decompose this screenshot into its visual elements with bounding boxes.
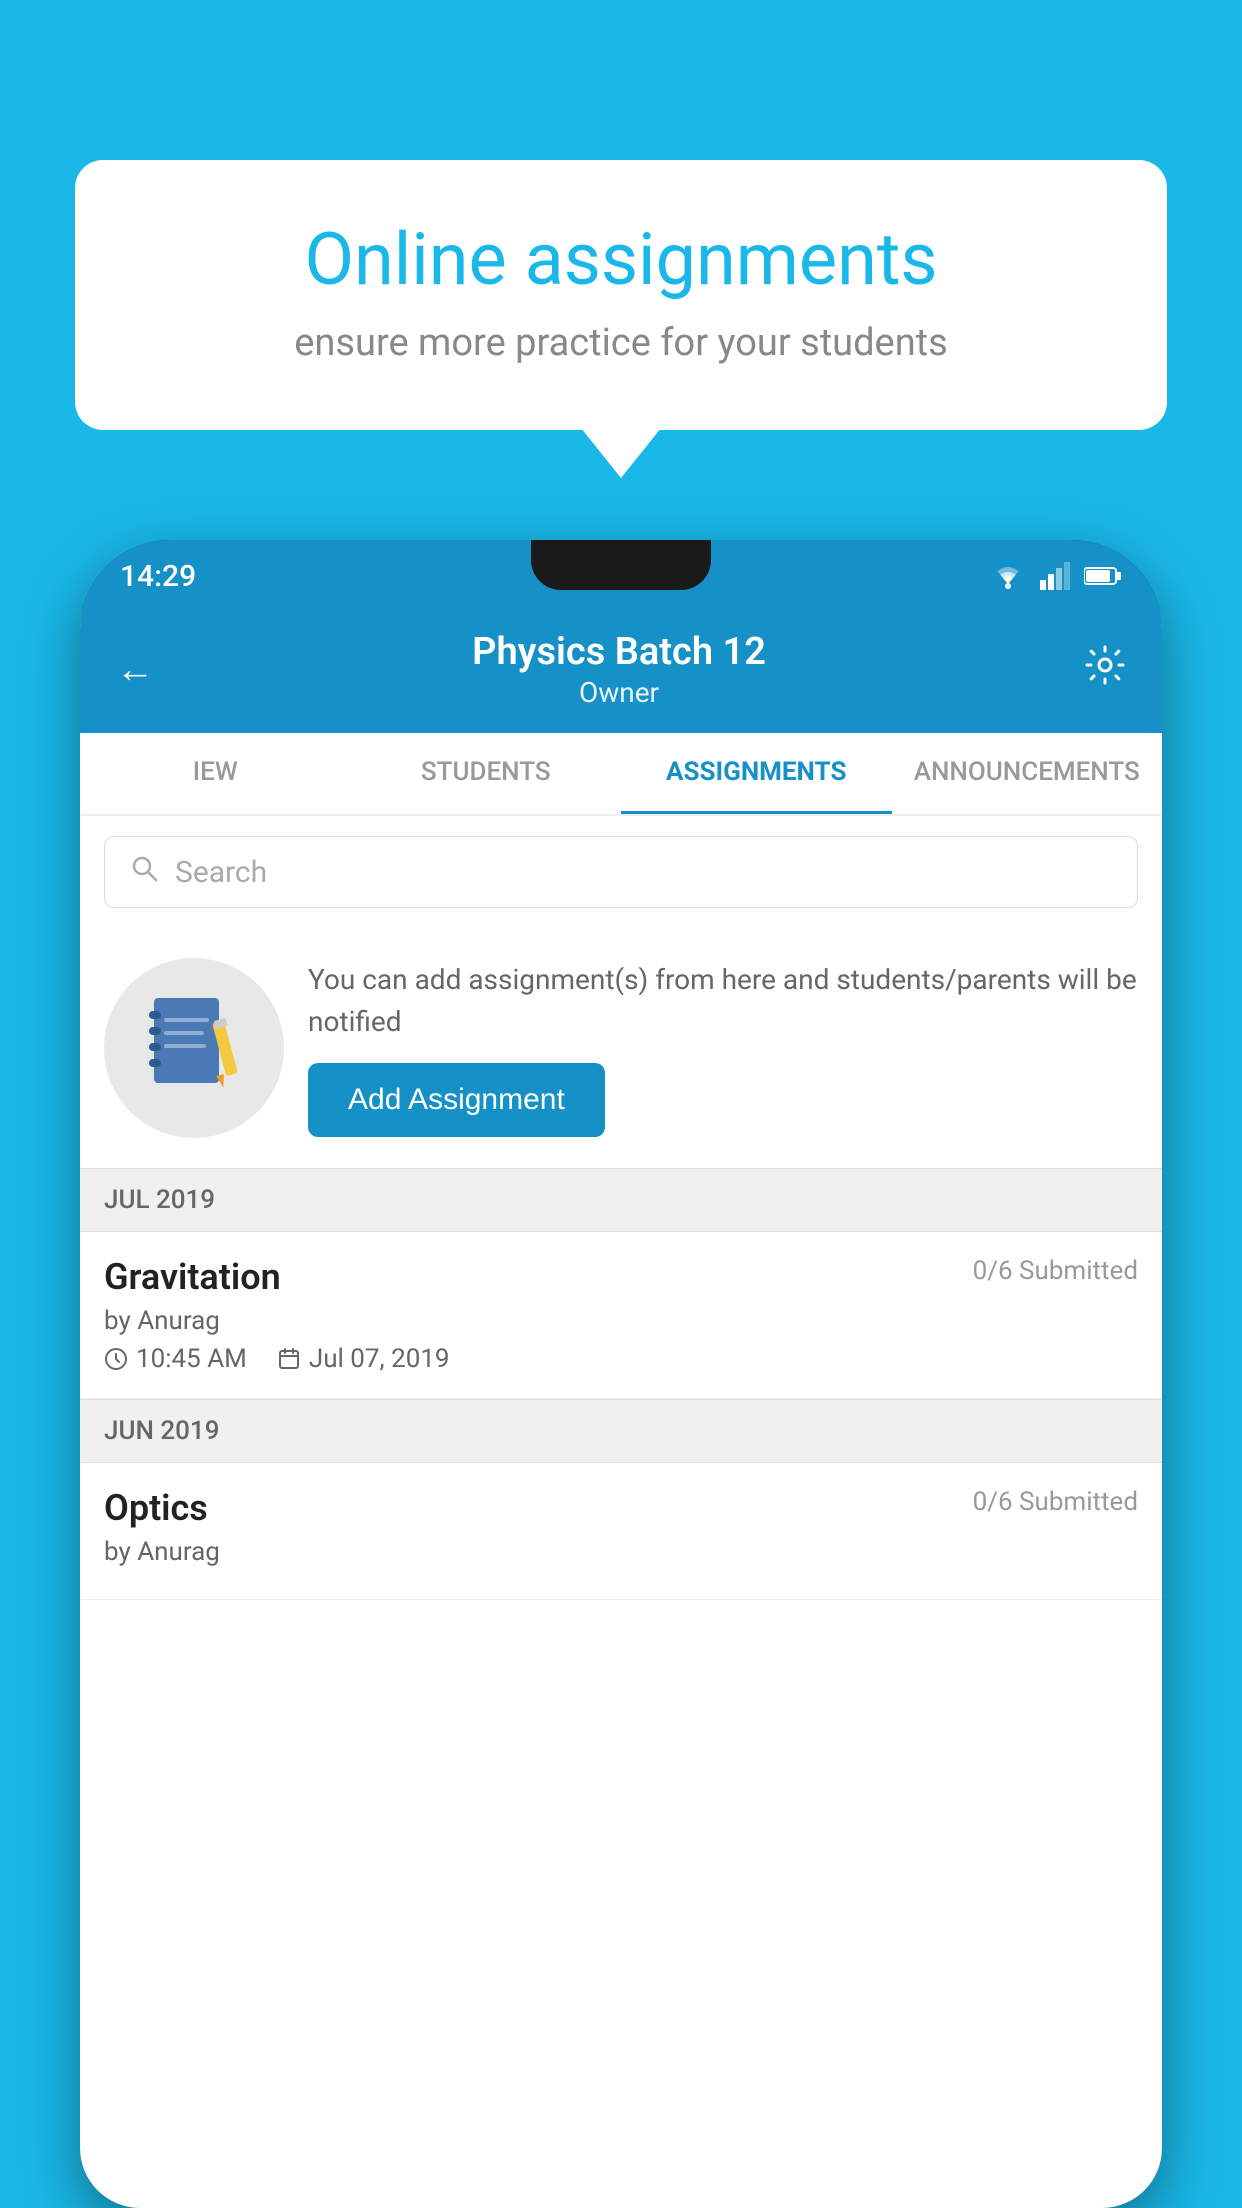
assignment-item-optics[interactable]: Optics 0/6 Submitted by Anurag <box>80 1463 1162 1600</box>
assignment-by-optics: by Anurag <box>104 1537 1138 1567</box>
calendar-icon <box>277 1347 301 1371</box>
section-header-jun: JUN 2019 <box>80 1399 1162 1463</box>
tab-assignments[interactable]: ASSIGNMENTS <box>621 733 892 814</box>
assignment-name-gravitation: Gravitation <box>104 1256 281 1298</box>
assignment-item-gravitation[interactable]: Gravitation 0/6 Submitted by Anurag 10:4… <box>80 1232 1162 1399</box>
status-time: 14:29 <box>120 559 196 594</box>
speech-bubble: Online assignments ensure more practice … <box>75 160 1167 430</box>
phone-notch <box>531 540 711 590</box>
phone-screen: ← Physics Batch 12 Owner IEW STUDENTS AS… <box>80 612 1162 2208</box>
time-value-gravitation: 10:45 AM <box>136 1344 247 1374</box>
assignment-meta-gravitation: 10:45 AM Jul 07, 2019 <box>104 1344 1138 1374</box>
tabs-container: IEW STUDENTS ASSIGNMENTS ANNOUNCEMENTS <box>80 733 1162 816</box>
header-subtitle: Owner <box>154 676 1084 709</box>
promo-card: Online assignments ensure more practice … <box>75 160 1167 430</box>
app-header: ← Physics Batch 12 Owner <box>80 612 1162 733</box>
tab-announcements[interactable]: ANNOUNCEMENTS <box>892 733 1163 814</box>
bubble-title: Online assignments <box>145 220 1097 299</box>
date-value-gravitation: Jul 07, 2019 <box>309 1344 450 1374</box>
battery-icon <box>1084 565 1122 587</box>
assignment-submitted-gravitation: 0/6 Submitted <box>973 1256 1138 1286</box>
search-icon <box>129 853 159 891</box>
assignment-name-optics: Optics <box>104 1487 208 1529</box>
tab-students[interactable]: STUDENTS <box>351 733 622 814</box>
back-button[interactable]: ← <box>116 648 154 692</box>
search-container: Search <box>80 816 1162 928</box>
search-bar[interactable]: Search <box>104 836 1138 908</box>
add-assignment-button[interactable]: Add Assignment <box>308 1063 605 1137</box>
bubble-subtitle: ensure more practice for your students <box>145 321 1097 365</box>
header-center: Physics Batch 12 Owner <box>154 630 1084 709</box>
assignment-by-gravitation: by Anurag <box>104 1306 1138 1336</box>
assignment-top-optics: Optics 0/6 Submitted <box>104 1487 1138 1529</box>
promo-icon-circle <box>104 958 284 1138</box>
phone-frame: 14:29 <box>80 540 1162 2208</box>
signal-icon <box>1040 562 1070 590</box>
assignment-date-gravitation: Jul 07, 2019 <box>277 1344 450 1374</box>
assignment-submitted-optics: 0/6 Submitted <box>973 1487 1138 1517</box>
promo-right: You can add assignment(s) from here and … <box>308 959 1138 1137</box>
search-placeholder: Search <box>175 855 267 890</box>
wifi-icon <box>990 562 1026 590</box>
header-title: Physics Batch 12 <box>154 630 1084 674</box>
status-icons <box>990 562 1122 590</box>
notebook-icon <box>144 993 244 1103</box>
assignment-time-gravitation: 10:45 AM <box>104 1344 247 1374</box>
settings-icon[interactable] <box>1084 644 1126 695</box>
assignment-top: Gravitation 0/6 Submitted <box>104 1256 1138 1298</box>
tab-iew[interactable]: IEW <box>80 733 351 814</box>
section-header-jul: JUL 2019 <box>80 1168 1162 1232</box>
promo-section: You can add assignment(s) from here and … <box>80 928 1162 1168</box>
clock-icon <box>104 1347 128 1371</box>
promo-description: You can add assignment(s) from here and … <box>308 959 1138 1043</box>
